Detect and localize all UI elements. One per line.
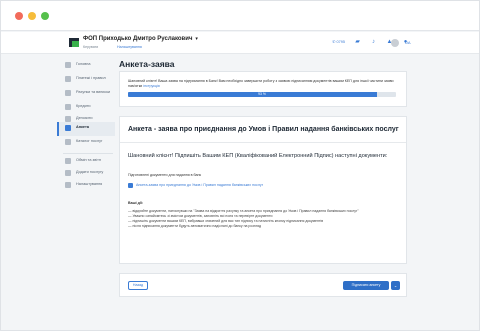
phone-icon[interactable]: ✆ 0795 — [332, 39, 345, 46]
document-icon — [128, 183, 133, 188]
sidebar-item-label: Налаштування — [76, 182, 103, 186]
sidebar-item-settings[interactable]: Налаштування — [57, 179, 115, 193]
language-switch[interactable]: UA — [405, 40, 411, 45]
docs-label: Підготовлені документи для надання в бан… — [128, 173, 202, 177]
sidebar-divider — [63, 153, 113, 154]
steps-title: Ваші дії: — [128, 201, 144, 205]
sidebar-item-payments[interactable]: Платежі і правил — [57, 73, 115, 87]
credits-icon — [65, 104, 71, 110]
sidebar-item-label: Обмін та звітн — [76, 158, 101, 162]
gear-icon — [65, 182, 71, 188]
more-options-button[interactable]: ⌄ — [391, 281, 400, 290]
accounts-icon — [65, 90, 71, 96]
close-window-button[interactable] — [15, 12, 23, 20]
notice-card: Шановний клієнт! Ваша заява на підтриман… — [119, 71, 407, 107]
sidebar-item-accounts[interactable]: Рахунки та виписки — [57, 87, 115, 101]
app-header: ФОП Приходько Дмитро Руслакович ▾ Керуват… — [1, 32, 479, 54]
steps-list: — відкрийте документи, натиснувши на "За… — [128, 209, 398, 229]
payments-icon — [65, 76, 71, 82]
maximize-window-button[interactable] — [41, 12, 49, 20]
chevron-down-icon: ▾ — [195, 36, 198, 42]
bell-icon[interactable]: ♪ — [370, 39, 377, 46]
sidebar: Головна Платежі і правил Рахунки та випи… — [57, 55, 115, 330]
sidebar-item-label: Анкета — [76, 125, 89, 129]
settings-link[interactable]: Налаштування — [117, 45, 142, 49]
manage-link[interactable]: Керувати — [83, 45, 98, 49]
card-header: Анкета - заява про приєднання до Умов і … — [120, 117, 406, 143]
progress-label: 93 % — [258, 92, 266, 96]
phone-number: 0795 — [336, 40, 345, 44]
active-indicator — [57, 122, 59, 136]
avatar[interactable] — [391, 39, 399, 47]
action-bar: Назад Підписати анкету ⌄ — [119, 273, 407, 297]
sidebar-item-home[interactable]: Головна — [57, 59, 115, 73]
document-link[interactable]: Анкета-заява про приєднання до Умов і Пр… — [136, 183, 263, 187]
bank-logo-icon[interactable] — [69, 38, 79, 47]
company-name: ФОП Приходько Дмитро Руслакович — [83, 36, 193, 42]
sidebar-item-questionnaire[interactable]: Анкета — [57, 122, 115, 136]
back-button[interactable]: Назад — [128, 281, 148, 290]
exchange-icon — [65, 158, 71, 164]
sidebar-item-label: Каталог послуг — [76, 139, 103, 143]
sidebar-item-label: Платежі і правил — [76, 76, 106, 80]
sidebar-item-label: Головна — [76, 62, 91, 66]
sidebar-item-catalog[interactable]: Каталог послуг — [57, 136, 115, 150]
step-item: — після підписання документи будуть авто… — [128, 224, 262, 228]
minimize-window-button[interactable] — [28, 12, 36, 20]
progress-bar: 93 % — [128, 92, 396, 97]
sidebar-item-label: Додати послугу — [76, 170, 104, 174]
window-titlebar — [1, 1, 479, 31]
instruction-link[interactable]: інструкція — [143, 84, 159, 88]
notice-message: Шановний клієнт! Ваша заява на підтриман… — [128, 79, 394, 88]
home-icon — [65, 62, 71, 68]
company-switcher[interactable]: ФОП Приходько Дмитро Руслакович ▾ — [83, 36, 198, 42]
notice-text: Шановний клієнт! Ваша заява на підтриман… — [128, 79, 398, 89]
sidebar-item-label: Рахунки та виписки — [76, 90, 111, 94]
form-heading: Анкета - заява про приєднання до Умов і … — [128, 126, 399, 133]
questionnaire-icon — [65, 125, 71, 131]
sidebar-item-label: Кредити — [76, 104, 91, 108]
form-subheading: Шановний клієнт! Підпишіть Вашим КЕП (Кв… — [128, 153, 388, 159]
catalog-icon — [65, 139, 71, 145]
sidebar-item-label: Депозити — [76, 116, 93, 120]
page-title: Анкета-заява — [119, 59, 175, 69]
browser-window: ФОП Приходько Дмитро Руслакович ▾ Керуват… — [0, 0, 480, 331]
add-icon — [65, 170, 71, 176]
questionnaire-card: Анкета - заява про приєднання до Умов і … — [119, 116, 407, 264]
chat-icon[interactable]: ▰ — [354, 39, 361, 46]
sign-questionnaire-button[interactable]: Підписати анкету — [343, 281, 389, 290]
